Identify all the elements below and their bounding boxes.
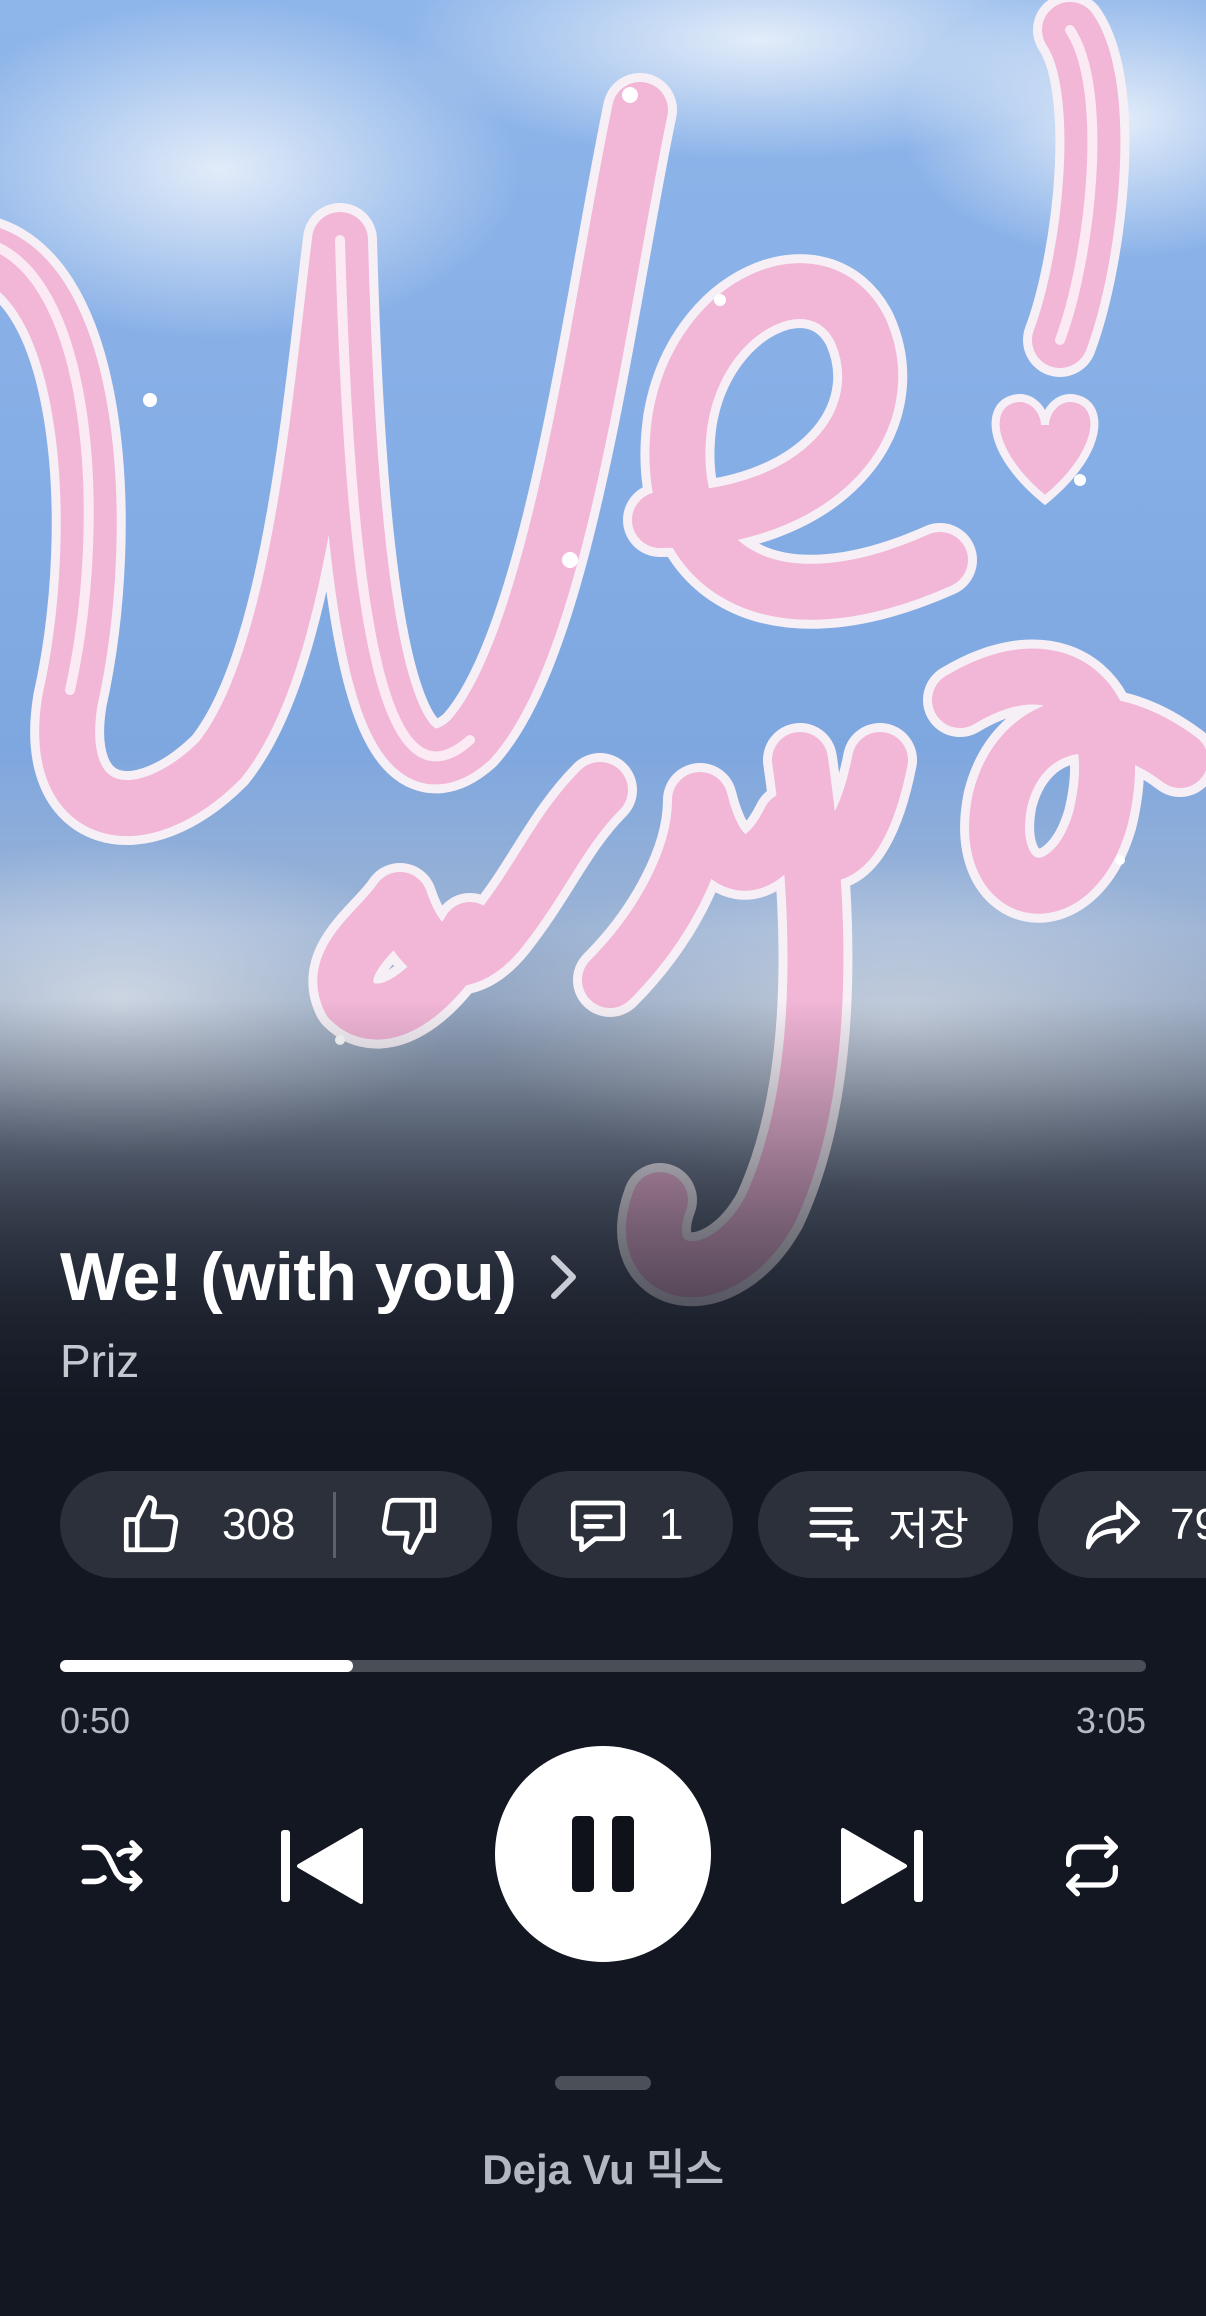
mix-tab-label[interactable]: Deja Vu 믹스	[0, 2136, 1206, 2197]
comment-icon	[565, 1492, 631, 1558]
player-screen: We! (with you) Priz 308 1 저장 7 0:50 3:05…	[0, 0, 1206, 2316]
chevron-right-icon[interactable]	[550, 1254, 578, 1300]
thumbs-down-icon[interactable]	[376, 1492, 442, 1558]
save-label: 저장	[888, 1504, 969, 1554]
total-time: 3:05	[1075, 1700, 1146, 1741]
progress-bar[interactable]	[60, 1660, 1146, 1672]
repeat-button[interactable]	[1040, 1814, 1144, 1918]
pause-icon	[570, 1814, 636, 1894]
track-artist[interactable]: Priz	[60, 1334, 139, 1388]
comments-chip[interactable]: 1	[517, 1471, 733, 1578]
chip-divider	[333, 1491, 337, 1558]
track-title[interactable]: We! (with you)	[60, 1238, 517, 1316]
pause-button[interactable]	[495, 1746, 711, 1962]
next-button[interactable]	[822, 1806, 942, 1926]
thumbs-up-icon[interactable]	[118, 1492, 184, 1558]
repeat-icon	[1057, 1831, 1127, 1901]
save-chip[interactable]: 저장	[758, 1471, 1013, 1578]
share-chip[interactable]: 79	[1038, 1471, 1206, 1578]
playlist-add-icon	[804, 1494, 866, 1556]
comment-count: 1	[659, 1499, 684, 1549]
shuffle-icon	[75, 1829, 149, 1903]
action-chips: 308 1 저장 7	[60, 1471, 1206, 1578]
share-icon	[1080, 1492, 1146, 1558]
shuffle-button[interactable]	[60, 1814, 164, 1918]
skip-next-icon	[837, 1826, 927, 1906]
track-title-row[interactable]: We! (with you)	[60, 1238, 578, 1316]
skip-previous-icon	[277, 1826, 367, 1906]
elapsed-time: 0:50	[60, 1700, 131, 1741]
sheet-drag-handle[interactable]	[555, 2076, 651, 2090]
share-count: 79	[1170, 1499, 1206, 1549]
like-dislike-chip: 308	[60, 1471, 492, 1578]
progress-fill	[60, 1660, 354, 1672]
like-count[interactable]: 308	[222, 1500, 295, 1550]
previous-button[interactable]	[262, 1806, 382, 1926]
